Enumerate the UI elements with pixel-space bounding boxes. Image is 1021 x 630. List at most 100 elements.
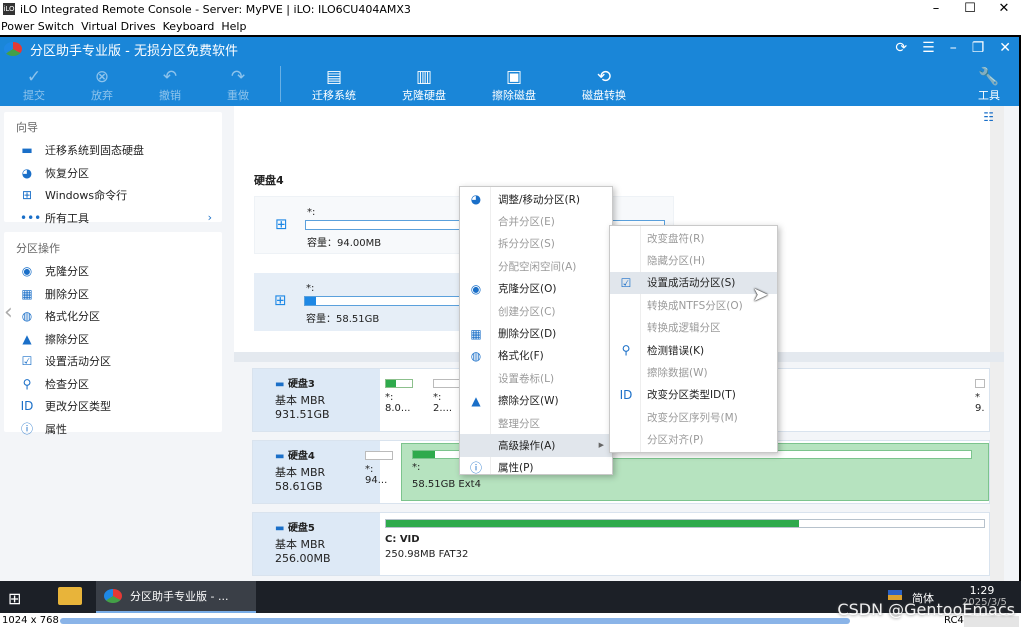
sidebar-item-properties[interactable]: ⓘ 属性	[4, 418, 222, 441]
redo-button[interactable]: ↷ 重做	[204, 61, 272, 106]
sidebar-item-label: 克隆分区	[45, 265, 89, 279]
partition-block[interactable]: *: 2....	[433, 379, 461, 414]
sidebar-item-change-type[interactable]: ID 更改分区类型	[4, 395, 222, 418]
maximize-icon[interactable]: ☐	[953, 0, 987, 18]
context-menu-item: 设置卷标(L)	[460, 367, 612, 389]
horizontal-scrollbar[interactable]	[60, 618, 850, 624]
wipe-disk-button[interactable]: ▣ 擦除磁盘	[469, 61, 559, 106]
context-menu-item[interactable]: ◕ 调整/移动分区(R)	[460, 188, 612, 210]
id-icon: ID	[20, 399, 34, 414]
sidebar-item-windows-cmd[interactable]: ⊞ Windows命令行	[4, 184, 222, 207]
close-icon[interactable]: ✕	[999, 40, 1011, 56]
redo-icon: ↷	[230, 67, 246, 87]
context-menu-item-label: 调整/移动分区(R)	[498, 193, 581, 206]
file-explorer-icon[interactable]	[58, 587, 82, 605]
submenu-item-label: 改变分区类型ID(T)	[647, 389, 736, 402]
context-menu-item: 分配空闲空间(A)	[460, 255, 612, 277]
sidebar-item-wipe-partition[interactable]: ▲ 擦除分区	[4, 328, 222, 351]
partition-capacity: 容量：94.00MB	[307, 238, 382, 249]
menu-icon[interactable]: ☰	[922, 40, 935, 56]
commit-button[interactable]: ✓ 提交	[0, 61, 68, 106]
sidebar-item-clone-partition[interactable]: ◉ 克隆分区	[4, 260, 222, 283]
disk-name: 硬盘5	[275, 519, 380, 534]
partition-block[interactable]: *: 94...	[365, 451, 393, 486]
clone-disk-button[interactable]: ▥ 克隆硬盘	[379, 61, 469, 106]
app-title: 分区助手专业版 - 无损分区免费软件	[30, 43, 238, 59]
partition-block[interactable]: * 9.	[975, 379, 985, 414]
upper-scrollbar[interactable]	[990, 106, 1004, 352]
sidebar-item-label: 检查分区	[45, 377, 89, 391]
brush-icon: ▲	[471, 393, 481, 408]
drive-icon: ▬	[21, 143, 33, 158]
menu-virtual-drives[interactable]: Virtual Drives	[81, 20, 156, 33]
context-menu-item[interactable]: 高级操作(A) ▶	[460, 434, 612, 457]
sidebar-item-set-active[interactable]: ☑ 设置活动分区	[4, 350, 222, 373]
context-menu-item[interactable]: ◍ 格式化(F)	[460, 345, 612, 367]
tools-button[interactable]: 🔧 工具	[969, 67, 1009, 103]
windows-icon: ⊞	[274, 291, 287, 309]
restore-icon[interactable]: ❐	[972, 40, 985, 56]
disk-row[interactable]: 硬盘5 基本 MBR 256.00MB C: VID 250.98MB FAT3…	[252, 512, 990, 576]
sidebar-item-label: 擦除分区	[45, 332, 89, 346]
partition-size: 94...	[365, 475, 388, 486]
sidebar-item-check-partition[interactable]: ⚲ 检查分区	[4, 373, 222, 396]
partition-capacity: 容量：58.51GB	[306, 314, 380, 325]
context-menu-item: 整理分区	[460, 412, 612, 434]
context-menu-item: 合并分区(E)	[460, 210, 612, 232]
submenu-item-label: 设置成活动分区(S)	[647, 277, 736, 290]
ilo-menu-bar: Power Switch Virtual Drives Keyboard Hel…	[0, 18, 1021, 35]
menu-help[interactable]: Help	[221, 20, 246, 33]
clone-disk-label: 克隆硬盘	[402, 89, 446, 102]
partition-block[interactable]: C: VID 250.98MB FAT32	[381, 519, 989, 560]
submenu-item[interactable]: ⚲ 检测错误(K)	[610, 339, 777, 361]
resize-icon: ◕	[470, 192, 482, 207]
disk-convert-button[interactable]: ⟲ 磁盘转换	[559, 61, 649, 106]
discard-button[interactable]: ⊗ 放弃	[68, 61, 136, 106]
partition-name: *:	[365, 464, 374, 475]
sidebar-item-recover-partition[interactable]: ◕ 恢复分区	[4, 162, 222, 185]
discard-label: 放弃	[91, 89, 113, 102]
submenu-item-label: 转换成逻辑分区	[647, 322, 721, 335]
sidebar-item-migrate-ssd[interactable]: ▬ 迁移系统到固态硬盘	[4, 139, 222, 162]
context-menu-item[interactable]: ◉ 克隆分区(O)	[460, 278, 612, 300]
partition-block[interactable]: *: 8.0...	[385, 379, 413, 414]
submenu-item-label: 分区对齐(P)	[647, 434, 704, 447]
clone-icon: ◉	[470, 281, 482, 296]
disk-size: 256.00MB	[275, 552, 331, 565]
lower-scrollbar[interactable]	[990, 362, 1004, 581]
context-menu-item-label: 删除分区(D)	[498, 328, 557, 341]
refresh-icon[interactable]: ⟳	[895, 40, 907, 56]
context-menu-item-label: 设置卷标(L)	[498, 372, 555, 385]
context-menu-item[interactable]: ▲ 擦除分区(W)	[460, 390, 612, 412]
input-method-icon[interactable]	[888, 590, 902, 600]
partition-size: 8.0...	[385, 403, 411, 414]
context-menu-item[interactable]: ▦ 删除分区(D)	[460, 322, 612, 344]
windows-start-icon[interactable]: ⊞	[8, 589, 21, 608]
sidebar-item-format-partition[interactable]: ◍ 格式化分区	[4, 305, 222, 328]
view-toggle-icon[interactable]: ☷	[983, 110, 994, 124]
submenu-item: 转换成逻辑分区	[610, 317, 777, 339]
info-icon: ⓘ	[20, 422, 33, 437]
menu-keyboard[interactable]: Keyboard	[163, 20, 215, 33]
context-menu-item[interactable]: ⓘ 属性(P)	[460, 457, 612, 479]
sidebar-item-label: 属性	[45, 422, 67, 436]
clone-icon: ◉	[21, 264, 33, 279]
submenu-item[interactable]: ID 改变分区类型ID(T)	[610, 384, 777, 406]
windows-icon: ⊞	[21, 188, 33, 203]
migrate-os-button[interactable]: ▤ 迁移系统	[289, 61, 379, 106]
sidebar-item-label: Windows命令行	[45, 189, 128, 203]
partition-ops-panel: 分区操作 ◉ 克隆分区 ▦ 删除分区 ◍ 格式化分区 ▲ 擦除分区 ☑ 设置活动分区 ⚲ 检…	[4, 232, 222, 436]
context-menu-item-label: 合并分区(E)	[498, 216, 555, 229]
minimize-icon[interactable]: –	[919, 0, 953, 18]
clone-drive-icon: ▥	[415, 67, 433, 87]
minimize-icon[interactable]: –	[950, 40, 957, 56]
commit-label: 提交	[23, 89, 45, 102]
undo-button[interactable]: ↶ 撤销	[136, 61, 204, 106]
sidebar-item-delete-partition[interactable]: ▦ 删除分区	[4, 283, 222, 306]
chevron-left-icon[interactable]: ‹	[4, 300, 13, 325]
menu-power-switch[interactable]: Power Switch	[1, 20, 74, 33]
partition-size: 2....	[433, 403, 453, 414]
close-icon[interactable]: ✕	[987, 0, 1021, 18]
sidebar-item-all-tools[interactable]: ••• 所有工具 ›	[4, 207, 222, 230]
taskbar-item-partition-assistant[interactable]: 分区助手专业版 - ...	[96, 581, 256, 613]
